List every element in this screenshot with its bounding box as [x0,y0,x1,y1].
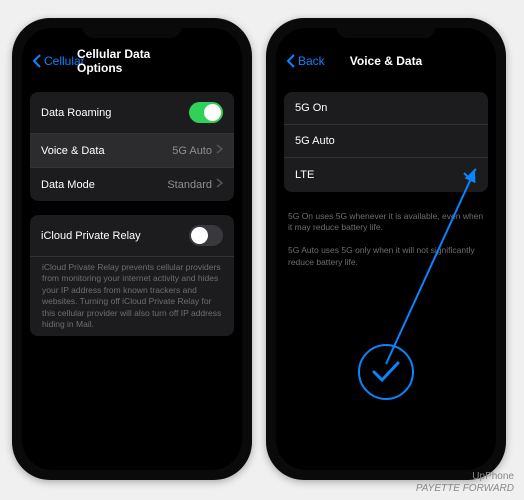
option-lte[interactable]: LTE [284,158,488,192]
private-relay-disclaimer: iCloud Private Relay prevents cellular p… [30,257,234,336]
row-label: Data Mode [41,179,95,191]
settings-group-1: Data Roaming Voice & Data 5G Auto Data M… [30,92,234,201]
phone-right: Back Voice & Data 5G On 5G Auto LTE 5G O… [266,18,506,480]
option-label: 5G On [295,102,327,114]
credit-payette: PAYETTE FORWARD [416,483,514,495]
settings-group-2: iCloud Private Relay iCloud Private Rela… [30,215,234,336]
chevron-right-icon [216,178,223,191]
annotation-check-circle [358,344,414,400]
option-5g-on[interactable]: 5G On [284,92,488,125]
options-explanation: 5G On uses 5G whenever it is available, … [276,206,496,273]
option-label: LTE [295,169,314,181]
credit-upphone: UpPhone [416,471,514,483]
row-label: Data Roaming [41,107,111,119]
check-icon [371,360,401,384]
row-value: 5G Auto [172,145,212,157]
row-voice-data[interactable]: Voice & Data 5G Auto [30,134,234,168]
option-5g-auto[interactable]: 5G Auto [284,125,488,158]
row-label: Voice & Data [41,145,105,157]
row-data-roaming[interactable]: Data Roaming [30,92,234,134]
toggle-roaming[interactable] [189,102,223,123]
row-value: Standard [167,179,212,191]
options-group: 5G On 5G Auto LTE [284,92,488,192]
page-title: Cellular Data Options [77,47,187,75]
page-title: Voice & Data [350,54,422,68]
toggle-private-relay[interactable] [189,225,223,246]
row-label: iCloud Private Relay [41,230,141,242]
chevron-right-icon [216,144,223,157]
image-credits: UpPhone PAYETTE FORWARD [416,471,514,494]
back-button[interactable]: Back [286,54,325,68]
chevron-left-icon [32,54,42,68]
row-private-relay[interactable]: iCloud Private Relay [30,215,234,257]
back-label: Back [298,54,325,68]
row-data-mode[interactable]: Data Mode Standard [30,168,234,201]
phone-left: Cellular Cellular Data Options Data Roam… [12,18,252,480]
check-icon [463,168,477,182]
option-label: 5G Auto [295,135,335,147]
chevron-left-icon [286,54,296,68]
